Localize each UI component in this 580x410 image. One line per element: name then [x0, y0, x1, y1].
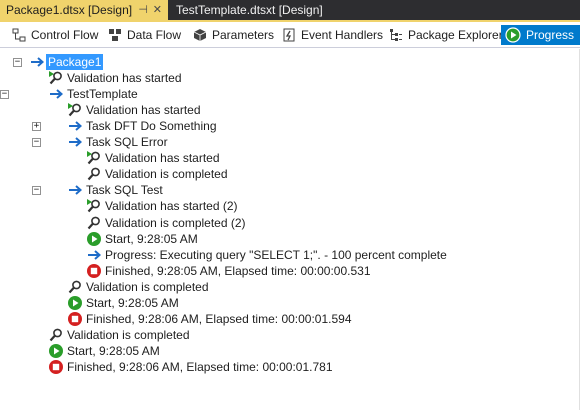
tab-progress[interactable]: Progress — [501, 25, 580, 45]
finished-icon — [67, 311, 83, 327]
tree-node-label: Finished, 9:28:05 AM, Elapsed time: 00:0… — [105, 263, 371, 278]
tree-node[interactable]: Finished, 9:28:06 AM, Elapsed time: 00:0… — [0, 311, 580, 327]
tree-node[interactable]: Validation is completed — [0, 327, 580, 343]
event-handlers-icon — [283, 28, 295, 42]
tree-node-label: Validation has started (2) — [105, 199, 238, 214]
tree-node[interactable]: + Task DFT Do Something — [0, 118, 580, 134]
toolbar-label: Event Handlers — [301, 28, 384, 42]
start-icon — [48, 343, 64, 359]
validation-started-icon — [67, 102, 83, 118]
data-flow-icon — [109, 28, 121, 41]
validation-completed-icon — [67, 279, 83, 295]
tree-node-label: TestTemplate — [67, 87, 138, 102]
document-tab-strip: Package1.dtsx [Design] ⊣ ✕ TestTemplate.… — [0, 0, 580, 20]
tree-node[interactable]: Start, 9:28:05 AM — [0, 231, 580, 247]
tree-node[interactable]: − TestTemplate — [0, 86, 580, 102]
tree-node[interactable]: Validation is completed (2) — [0, 215, 580, 231]
tree-node-label: Finished, 9:28:06 AM, Elapsed time: 00:0… — [67, 359, 333, 374]
tree-node-label: Validation is completed (2) — [105, 215, 246, 230]
tree-node-label: Start, 9:28:05 AM — [86, 295, 179, 310]
tree-node-label: Task SQL Error — [86, 135, 168, 150]
collapse-icon[interactable]: − — [32, 138, 41, 148]
tree-node[interactable]: Progress: Executing query "SELECT 1;". -… — [0, 247, 580, 263]
tree-node[interactable]: Validation is completed — [0, 166, 580, 182]
toolbar-label: Control Flow — [31, 28, 99, 42]
tree-node[interactable]: Start, 9:28:05 AM — [0, 343, 580, 359]
tree-node[interactable]: − Task SQL Error — [0, 134, 580, 150]
tree-node[interactable]: − Package1 — [0, 54, 580, 70]
tree-node-label: Progress: Executing query "SELECT 1;". -… — [105, 247, 447, 262]
arrow-icon — [67, 134, 83, 150]
control-flow-icon — [12, 28, 26, 42]
close-icon[interactable]: ✕ — [153, 0, 162, 20]
tree-node[interactable]: Validation has started — [0, 150, 580, 166]
tree-node-label: Validation is completed — [105, 167, 228, 182]
collapse-icon[interactable]: − — [32, 186, 41, 196]
tree-node-label: Validation is completed — [86, 279, 209, 294]
tree-node[interactable]: Validation has started — [0, 102, 580, 118]
tree-node-label: Task DFT Do Something — [86, 119, 217, 134]
tree-node-label: Validation has started — [86, 103, 201, 118]
tab-package-explorer[interactable]: Package Explorer — [389, 25, 503, 45]
tree-node-label: Finished, 9:28:06 AM, Elapsed time: 00:0… — [86, 311, 352, 326]
finished-icon — [86, 263, 102, 279]
tree-node[interactable]: − Task SQL Test — [0, 182, 580, 198]
validation-completed-icon — [86, 166, 102, 182]
tree-node-label: Start, 9:28:05 AM — [105, 231, 198, 246]
arrow-icon — [86, 247, 102, 263]
toolbar-label: Data Flow — [127, 28, 182, 42]
validation-started-icon — [86, 150, 102, 166]
parameters-icon — [193, 28, 207, 41]
tree-node[interactable]: Validation is completed — [0, 279, 580, 295]
start-icon — [86, 231, 102, 247]
tab-label: TestTemplate.dtsxt [Design] — [176, 3, 323, 17]
tab-event-handlers[interactable]: Event Handlers — [282, 25, 383, 45]
tree-node-label: Package1 — [46, 54, 104, 70]
toolbar-label: Progress — [526, 28, 575, 42]
tree-node[interactable]: Finished, 9:28:05 AM, Elapsed time: 00:0… — [0, 263, 580, 279]
tree-node-label: Task SQL Test — [86, 183, 163, 198]
validation-started-icon — [48, 70, 64, 86]
toolbar-label: Parameters — [212, 28, 275, 42]
tab-data-flow[interactable]: Data Flow — [108, 25, 181, 45]
tab-control-flow[interactable]: Control Flow — [12, 25, 98, 45]
arrow-icon — [48, 86, 64, 102]
tree-node[interactable]: Validation has started — [0, 70, 580, 86]
pin-icon[interactable]: ⊣ — [138, 0, 148, 20]
tree-node-label: Validation has started — [105, 151, 220, 166]
progress-tree: − Package1 Validation has started − TestTemp… — [0, 49, 580, 410]
designer-toolbar: Control Flow Data Flow Parameters Event … — [0, 22, 580, 48]
arrow-icon — [67, 182, 83, 198]
tab-testtemplate-design[interactable]: TestTemplate.dtsxt [Design] — [170, 0, 329, 20]
tree-node-label: Start, 9:28:05 AM — [67, 343, 160, 358]
tree-node-label: Validation has started — [67, 71, 182, 86]
progress-icon — [505, 27, 521, 43]
collapse-icon[interactable]: − — [0, 90, 9, 100]
tree-node[interactable]: Start, 9:28:05 AM — [0, 295, 580, 311]
arrow-icon — [29, 54, 45, 70]
tab-package1-design[interactable]: Package1.dtsx [Design] ⊣ ✕ — [0, 0, 168, 20]
arrow-icon — [67, 118, 83, 134]
finished-icon — [48, 359, 64, 375]
collapse-icon[interactable]: − — [13, 58, 22, 67]
package-explorer-icon — [390, 28, 402, 41]
validation-completed-icon — [86, 215, 102, 231]
tree-node[interactable]: Finished, 9:28:06 AM, Elapsed time: 00:0… — [0, 359, 580, 375]
tab-parameters[interactable]: Parameters — [193, 25, 274, 45]
validation-completed-icon — [48, 327, 64, 343]
toolbar-label: Package Explorer — [408, 28, 503, 42]
tree-node-label: Validation is completed — [67, 327, 190, 342]
tab-label: Package1.dtsx [Design] — [6, 3, 133, 17]
tree-node[interactable]: Validation has started (2) — [0, 198, 580, 214]
start-icon — [67, 295, 83, 311]
expand-icon[interactable]: + — [32, 122, 41, 132]
validation-started-icon — [86, 198, 102, 214]
